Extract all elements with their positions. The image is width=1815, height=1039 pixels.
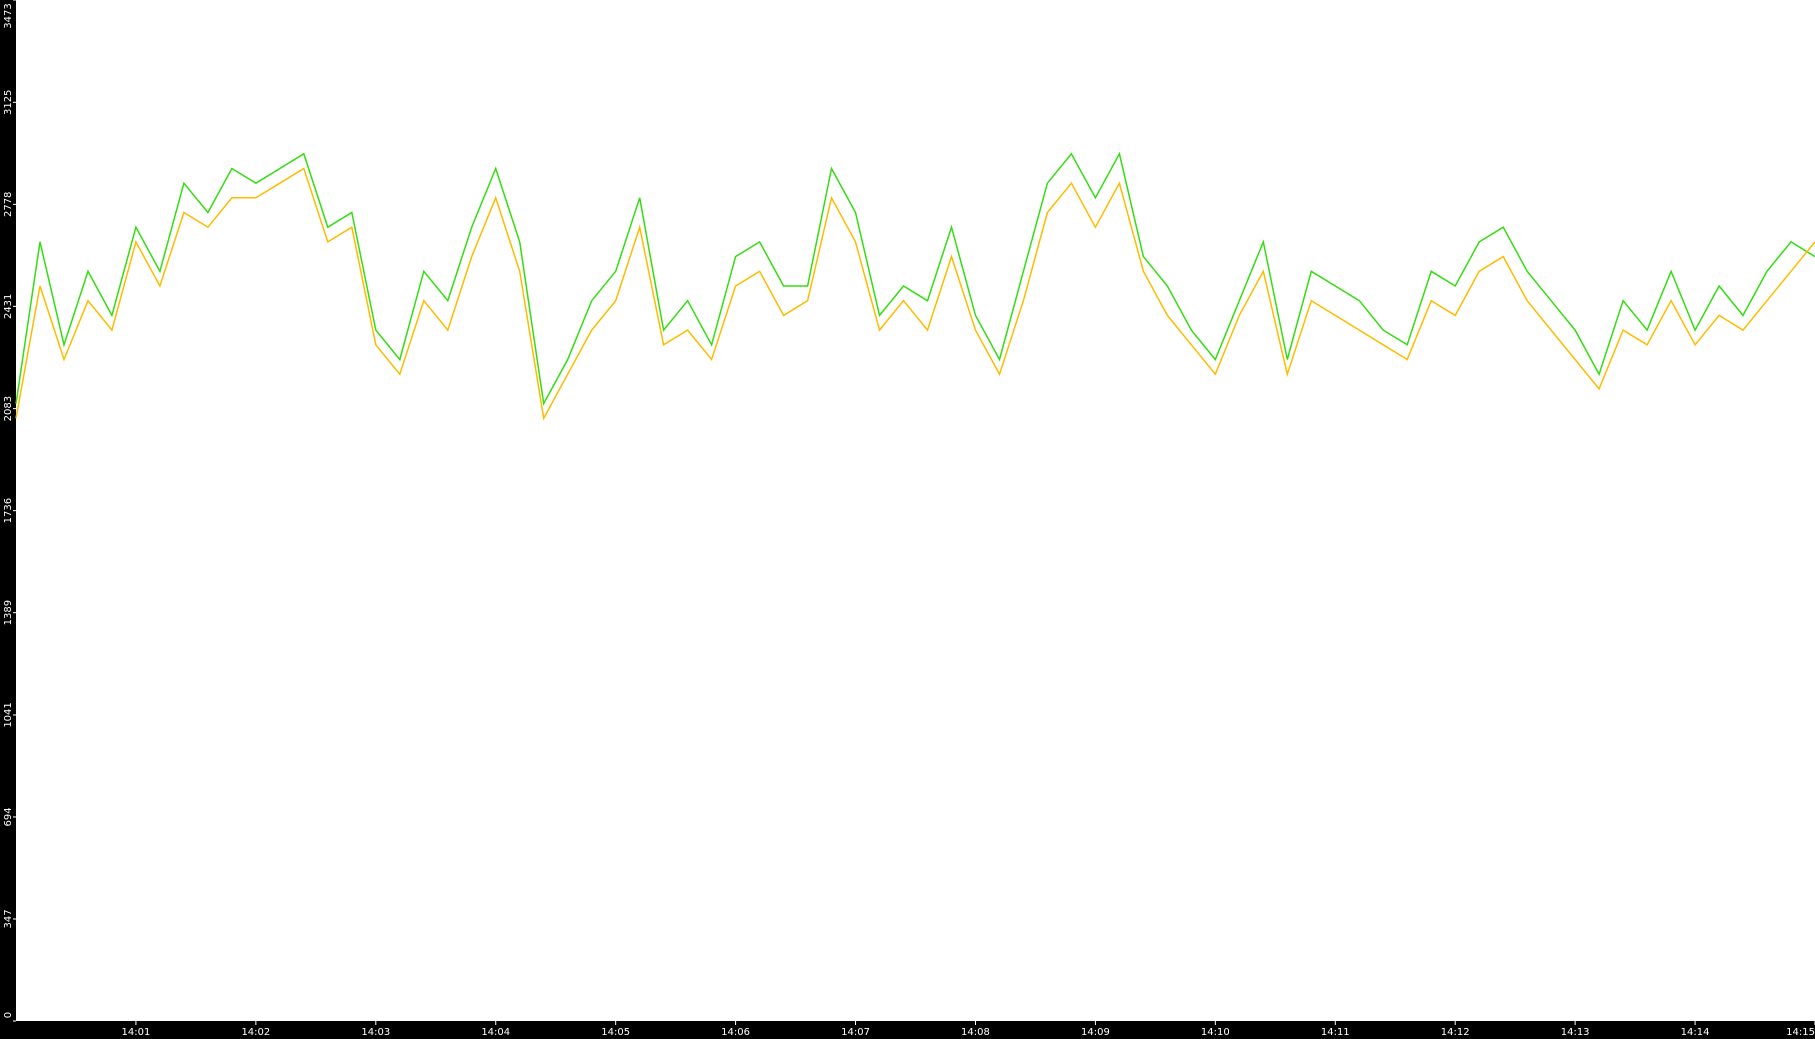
x-tick-label-4: 14:05 [601,1027,630,1038]
x-tick-label-7: 14:08 [961,1027,990,1038]
x-tick-label-14: 14:15 [1786,1027,1815,1038]
x-tick-label-8: 14:09 [1081,1027,1110,1038]
y-tick-label-9: 3125 [3,90,14,115]
x-tick-label-2: 14:03 [361,1027,390,1038]
y-tick-label-7: 2431 [3,294,14,319]
x-tick-label-11: 14:12 [1441,1027,1470,1038]
y-tick-label-3: 1041 [3,702,14,727]
x-tick-label-10: 14:11 [1321,1027,1350,1038]
chart-canvas: 034769410411389173620832431277831253473 … [0,0,1815,1039]
y-tick-label-2: 694 [3,807,14,826]
x-tick-label-3: 14:04 [481,1027,510,1038]
y-tick-label-5: 1736 [3,498,14,523]
x-tick-label-6: 14:07 [841,1027,870,1038]
line-chart: 0 347 694 1041 1389 1736 2083 2431 2778 3125 3473 … [0,0,1815,1039]
x-tick-label-5: 14:06 [721,1027,750,1038]
x-tick-label-0: 14:01 [122,1027,151,1038]
y-tick-label-6: 2083 [3,396,14,421]
y-tick-label-8: 2778 [3,192,14,217]
x-tick-label-9: 14:10 [1201,1027,1230,1038]
x-tick-label-12: 14:13 [1561,1027,1590,1038]
plot-area [16,0,1815,1021]
x-tick-label-1: 14:02 [241,1027,270,1038]
y-tick-label-0: 0 [3,1012,14,1018]
y-tick-label-10: 3473 [3,3,14,28]
x-tick-label-13: 14:14 [1681,1027,1710,1038]
y-tick-label-4: 1389 [3,600,14,625]
y-tick-label-1: 347 [3,909,14,928]
x-axis [0,1021,1815,1039]
